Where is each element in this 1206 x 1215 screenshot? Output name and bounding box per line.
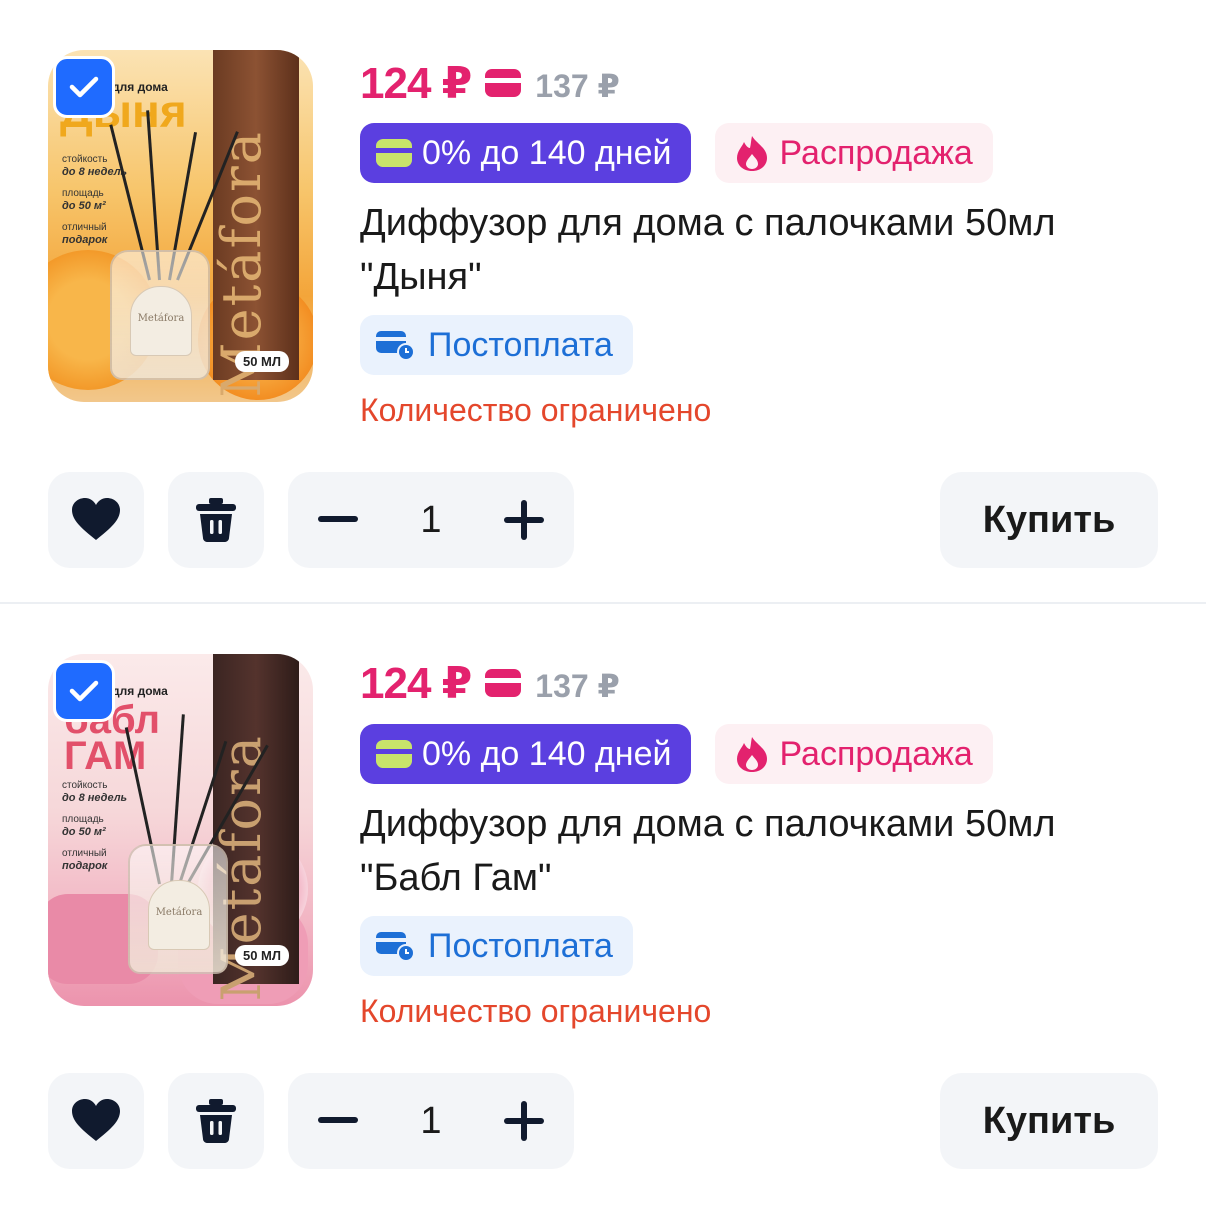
sale-badge[interactable]: Распродажа [715,123,993,183]
postpay-badge[interactable]: Постоплата [360,916,633,976]
image-header-text: для дома [112,684,168,698]
card-icon [376,139,412,167]
diffuser-bottle: Metáfora [110,250,210,380]
volume-badge: 50 МЛ [234,351,289,372]
image-gift: отличный подарок [62,222,108,246]
installment-badge[interactable]: 0% до 140 дней [360,123,692,183]
favorite-button[interactable] [48,472,144,568]
cart-item: Metáfora для дома Дыня стойкость до 8 не… [0,0,1206,604]
card-icon [485,69,522,97]
quantity-stepper: 1 [288,1073,574,1169]
installment-badge[interactable]: 0% до 140 дней [360,724,692,784]
postpay-badge[interactable]: Постоплата [360,315,633,375]
price: 124 ₽ [360,59,472,108]
product-title-line: Диффузор для дома с палочками 50мл [360,202,1056,244]
installment-text: 0% до 140 дней [422,734,672,773]
minus-icon [318,516,358,522]
fire-icon [737,136,768,171]
price: 124 ₽ [360,659,472,708]
buy-button[interactable]: Купить [940,1073,1158,1169]
fire-icon [737,737,768,772]
old-price: 137 ₽ [535,68,620,104]
heart-icon [72,1099,120,1141]
checkmark-icon [69,680,99,702]
image-area: площадь до 50 м² [62,814,106,838]
decrease-button[interactable] [310,1093,366,1149]
sale-text: Распродажа [779,133,973,172]
plus-icon [503,1101,544,1141]
image-gift: отличный подарок [62,848,108,872]
price-row: 124 ₽ 137 ₽ [360,658,620,709]
select-checkbox[interactable] [53,660,115,722]
cart-item: Metáfora для дома бабл ГАМ стойкость до … [0,604,1206,1215]
product-title[interactable]: Диффузор для дома с палочками 50мл "Дыня… [360,196,1160,304]
price-row: 124 ₽ 137 ₽ [360,58,620,109]
product-title-line: Диффузор для дома с палочками 50мл [360,803,1056,845]
sale-badge[interactable]: Распродажа [715,724,993,784]
minus-icon [318,1117,358,1123]
badges: 0% до 140 дней Распродажа [360,123,993,183]
bottle-label: Metáfora [148,880,210,950]
product-title-line: "Дыня" [360,256,482,298]
quantity-value: 1 [420,498,442,541]
plus-icon [503,500,544,540]
trash-icon [196,498,236,542]
limited-quantity-text: Количество ограничено [360,993,712,1029]
installment-text: 0% до 140 дней [422,133,672,172]
buy-button[interactable]: Купить [940,472,1158,568]
delete-button[interactable] [168,1073,264,1169]
sale-text: Распродажа [779,734,973,773]
bottle-label: Metáfora [130,286,192,356]
favorite-button[interactable] [48,1073,144,1169]
item-actions: 1 [48,472,574,568]
trash-icon [196,1099,236,1143]
item-actions: 1 [48,1073,574,1169]
card-clock-icon [376,932,415,962]
image-area: площадь до 50 м² [62,188,106,212]
card-icon [376,740,412,768]
card-icon [485,669,522,697]
decrease-button[interactable] [310,492,366,548]
select-checkbox[interactable] [53,56,115,118]
product-title-line: "Бабл Гам" [360,857,552,899]
heart-icon [72,498,120,540]
old-price: 137 ₽ [535,668,620,704]
product-title[interactable]: Диффузор для дома с палочками 50мл "Бабл… [360,797,1160,905]
checkmark-icon [69,76,99,98]
increase-button[interactable] [496,1093,552,1149]
image-durability: стойкость до 8 недель [62,780,128,804]
postpay-text: Постоплата [428,325,613,364]
increase-button[interactable] [496,492,552,548]
quantity-value: 1 [420,1099,442,1142]
badges: 0% до 140 дней Распродажа [360,724,993,784]
postpay-text: Постоплата [428,926,613,965]
card-clock-icon [376,331,415,361]
limited-quantity-text: Количество ограничено [360,392,712,428]
volume-badge: 50 МЛ [234,945,289,966]
quantity-stepper: 1 [288,472,574,568]
diffuser-bottle: Metáfora [128,844,228,974]
delete-button[interactable] [168,472,264,568]
